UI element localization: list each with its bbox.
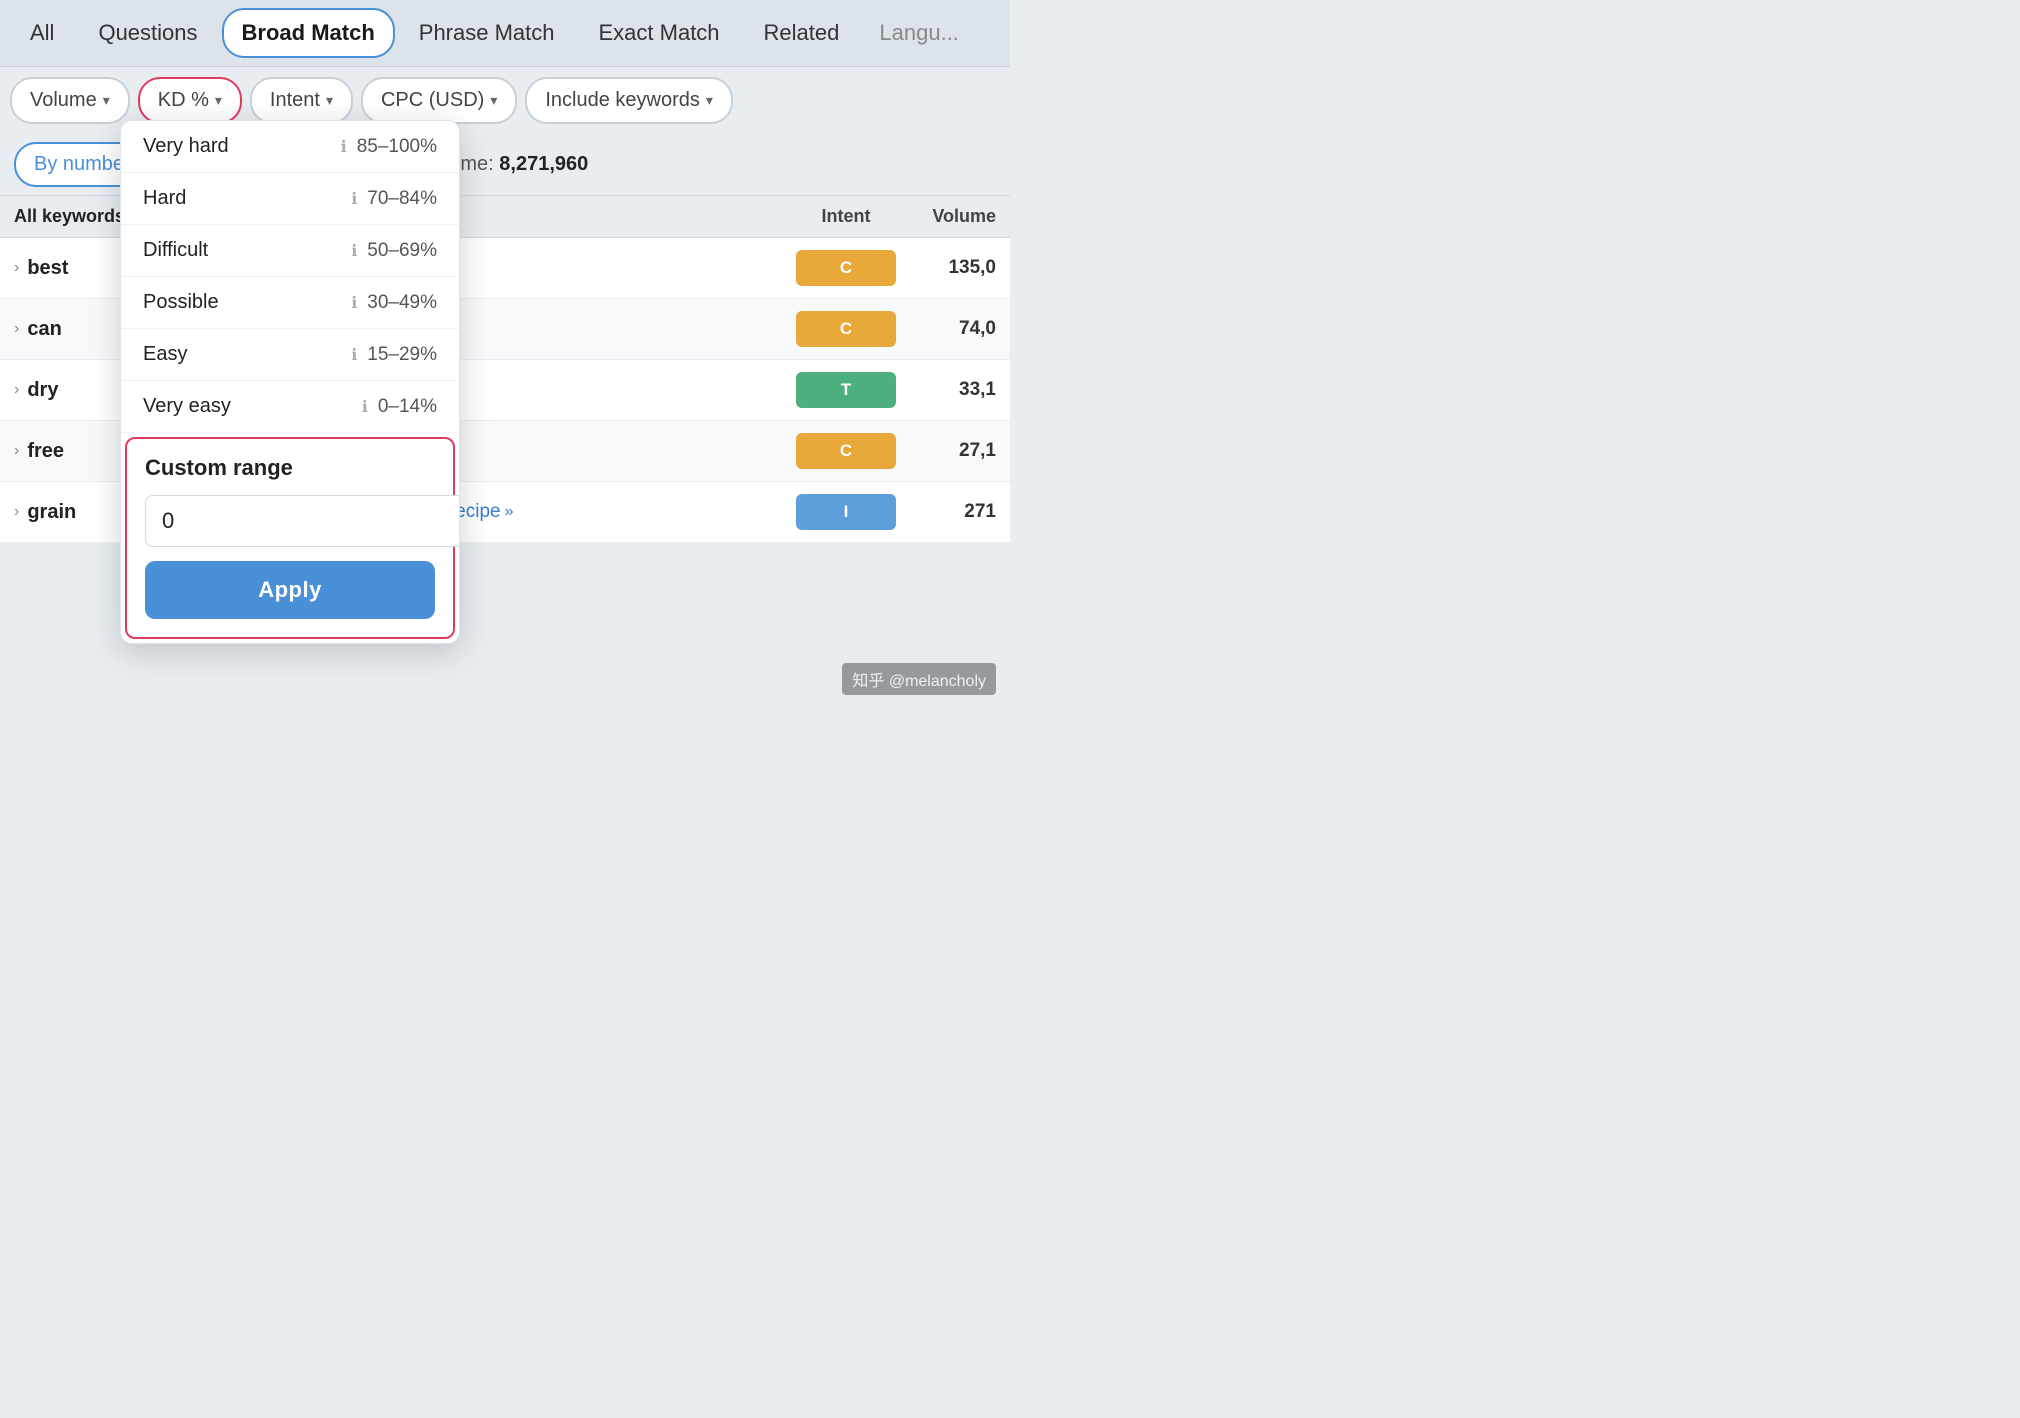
tab-all[interactable]: All — [10, 8, 74, 58]
row-keyword-group-label: free — [27, 440, 64, 463]
row-intent-cell: T — [796, 372, 896, 408]
difficulty-label: Hard — [143, 187, 341, 210]
tab-exact-match[interactable]: Exact Match — [579, 8, 740, 58]
row-volume: 33,1 — [896, 379, 996, 401]
info-icon: ℹ — [362, 397, 368, 417]
range-label: 70–84% — [367, 188, 437, 210]
difficulty-label: Easy — [143, 343, 341, 366]
difficulty-label: Difficult — [143, 239, 341, 262]
info-icon: ℹ — [351, 241, 357, 261]
col-intent: Intent — [796, 206, 896, 227]
row-intent-cell: I — [796, 494, 896, 530]
by-number-label: By number — [34, 153, 131, 176]
col-volume: Volume — [896, 206, 996, 227]
intent-badge: C — [796, 433, 896, 469]
dropdown-item[interactable]: Difficult ℹ 50–69% — [121, 225, 459, 277]
info-icon: ℹ — [351, 345, 357, 365]
watermark: 知乎 @melancholy — [842, 663, 996, 695]
include-keywords-chevron-icon: ▾ — [706, 92, 713, 109]
row-expand-icon[interactable]: › — [14, 503, 19, 521]
row-intent-cell: C — [796, 433, 896, 469]
include-keywords-label: Include keywords — [545, 89, 700, 112]
row-expand-icon[interactable]: › — [14, 259, 19, 277]
kd-filter-label: KD % — [158, 89, 209, 112]
range-label: 15–29% — [367, 344, 437, 366]
row-keyword-group-label: can — [27, 318, 61, 341]
include-keywords-filter-button[interactable]: Include keywords ▾ — [525, 77, 733, 124]
custom-range-from-input[interactable] — [145, 495, 460, 547]
row-expand-icon[interactable]: › — [14, 381, 19, 399]
row-volume: 27,1 — [896, 440, 996, 462]
volume-chevron-icon: ▾ — [103, 92, 110, 109]
dropdown-item[interactable]: Hard ℹ 70–84% — [121, 173, 459, 225]
intent-badge: C — [796, 250, 896, 286]
tab-related[interactable]: Related — [744, 8, 860, 58]
dropdown-item[interactable]: Possible ℹ 30–49% — [121, 277, 459, 329]
intent-badge: I — [796, 494, 896, 530]
difficulty-label: Very hard — [143, 135, 331, 158]
intent-filter-label: Intent — [270, 89, 320, 112]
tab-phrase-match[interactable]: Phrase Match — [399, 8, 575, 58]
apply-button[interactable]: Apply — [145, 561, 435, 619]
info-icon: ℹ — [351, 189, 357, 209]
row-volume: 271 — [896, 501, 996, 523]
cpc-chevron-icon: ▾ — [490, 92, 497, 109]
row-volume: 74,0 — [896, 318, 996, 340]
intent-badge: T — [796, 372, 896, 408]
kd-chevron-icon: ▾ — [215, 92, 222, 109]
custom-range-title: Custom range — [145, 455, 435, 481]
kd-filter-button[interactable]: KD % ▾ — [138, 77, 242, 124]
difficulty-label: Possible — [143, 291, 341, 314]
dropdown-item[interactable]: Very easy ℹ 0–14% — [121, 381, 459, 433]
intent-chevron-icon: ▾ — [326, 92, 333, 109]
dropdown-item[interactable]: Easy ℹ 15–29% — [121, 329, 459, 381]
info-icon: ℹ — [341, 137, 347, 157]
difficulty-label: Very easy — [143, 395, 352, 418]
custom-range-inputs — [145, 495, 435, 547]
range-label: 30–49% — [367, 292, 437, 314]
row-keyword-group-label: grain — [27, 501, 76, 524]
row-intent-cell: C — [796, 250, 896, 286]
volume-count: 8,271,960 — [499, 153, 588, 175]
tab-broad-match[interactable]: Broad Match — [222, 8, 395, 58]
row-expand-icon[interactable]: › — [14, 442, 19, 460]
tab-bar: All Questions Broad Match Phrase Match E… — [0, 0, 1010, 67]
keyword-navigate-icon[interactable]: » — [505, 503, 514, 521]
volume-filter-label: Volume — [30, 89, 97, 112]
kd-dropdown: Very hard ℹ 85–100% Hard ℹ 70–84% Diffic… — [120, 120, 460, 644]
custom-range-section: Custom range Apply — [125, 437, 455, 639]
intent-filter-button[interactable]: Intent ▾ — [250, 77, 353, 124]
tab-language[interactable]: Langu... — [863, 8, 975, 58]
row-intent-cell: C — [796, 311, 896, 347]
row-expand-icon[interactable]: › — [14, 320, 19, 338]
row-keyword-group-label: best — [27, 257, 68, 280]
range-label: 0–14% — [378, 396, 437, 418]
row-volume: 135,0 — [896, 257, 996, 279]
row-keyword-group-label: dry — [27, 379, 58, 402]
cpc-filter-button[interactable]: CPC (USD) ▾ — [361, 77, 517, 124]
range-label: 85–100% — [357, 136, 437, 158]
dropdown-item[interactable]: Very hard ℹ 85–100% — [121, 121, 459, 173]
info-icon: ℹ — [351, 293, 357, 313]
range-label: 50–69% — [367, 240, 437, 262]
tab-questions[interactable]: Questions — [78, 8, 217, 58]
volume-filter-button[interactable]: Volume ▾ — [10, 77, 130, 124]
cpc-filter-label: CPC (USD) — [381, 89, 484, 112]
intent-badge: C — [796, 311, 896, 347]
